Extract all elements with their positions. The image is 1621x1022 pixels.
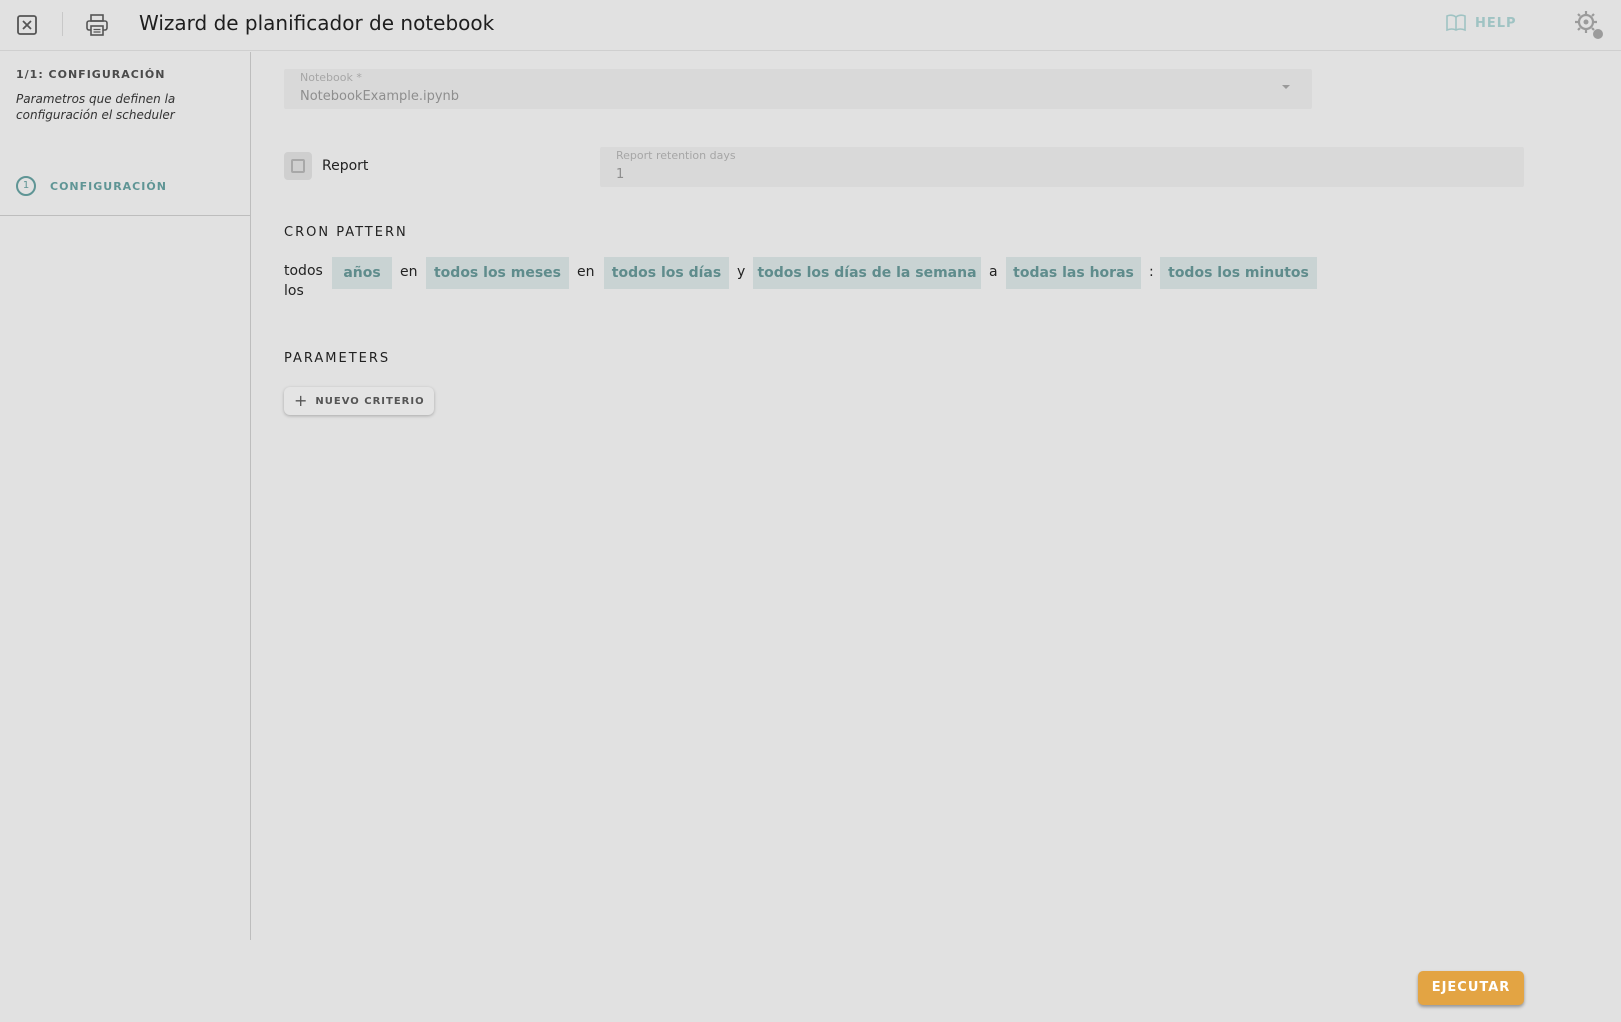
retention-days-label: Report retention days (616, 149, 736, 162)
cron-weekdays-chip[interactable]: todos los días de la semana (753, 257, 981, 289)
cron-sep: en (577, 264, 595, 280)
cron-sep: y (737, 264, 746, 280)
report-label: Report (322, 158, 369, 174)
help-button[interactable]: HELP (1445, 14, 1517, 32)
page-title: Wizard de planificador de notebook (139, 11, 495, 35)
step-label: CONFIGURACIÓN (50, 180, 167, 193)
cron-hours-chip[interactable]: todas las horas (1006, 257, 1141, 289)
cron-sep: en (400, 264, 418, 280)
user-menu[interactable] (1572, 8, 1606, 42)
printer-icon (86, 14, 108, 36)
notebook-label: Notebook * (300, 71, 362, 84)
close-button[interactable] (12, 10, 42, 40)
wizard-sidebar: 1/1: CONFIGURACIÓN Parametros que define… (0, 52, 251, 940)
add-criterion-button[interactable]: + NUEVO CRITERIO (284, 387, 434, 415)
chevron-down-icon (1282, 85, 1290, 89)
cron-sep: a (989, 264, 998, 280)
close-icon (17, 15, 37, 35)
cron-minutes-chip[interactable]: todos los minutos (1160, 257, 1317, 289)
cron-years-chip[interactable]: años (332, 257, 392, 289)
sidebar-item-configuracion[interactable]: 1 CONFIGURACIÓN (0, 176, 251, 216)
step-description: Parametros que definen la configuración … (16, 92, 176, 122)
checkbox-box (291, 159, 305, 173)
report-checkbox[interactable] (284, 152, 312, 180)
step-title: 1/1: CONFIGURACIÓN (16, 68, 166, 81)
book-icon (1446, 14, 1466, 32)
run-button[interactable]: EJECUTAR (1418, 971, 1524, 1005)
cron-prefix: todos los (284, 263, 323, 299)
print-button[interactable] (82, 10, 112, 40)
cron-pattern-heading: CRON PATTERN (284, 225, 408, 240)
parameters-heading: PARAMETERS (284, 351, 391, 366)
add-criterion-label: NUEVO CRITERIO (315, 395, 425, 407)
cron-sep: : (1149, 264, 1154, 280)
top-bar: Wizard de planificador de notebook HELP (0, 0, 1621, 51)
cron-days-chip[interactable]: todos los días (604, 257, 729, 289)
notebook-select[interactable]: Notebook * NotebookExample.ipynb (284, 69, 1312, 109)
step-number: 1 (16, 176, 36, 196)
cron-months-chip[interactable]: todos los meses (426, 257, 569, 289)
notebook-value: NotebookExample.ipynb (300, 89, 460, 104)
retention-days-input[interactable] (616, 167, 1496, 182)
plus-icon: + (294, 391, 308, 410)
help-label: HELP (1475, 15, 1517, 31)
user-settings-icon (1575, 11, 1603, 39)
retention-days-field[interactable]: Report retention days (600, 147, 1524, 187)
toolbar-divider (62, 12, 63, 36)
